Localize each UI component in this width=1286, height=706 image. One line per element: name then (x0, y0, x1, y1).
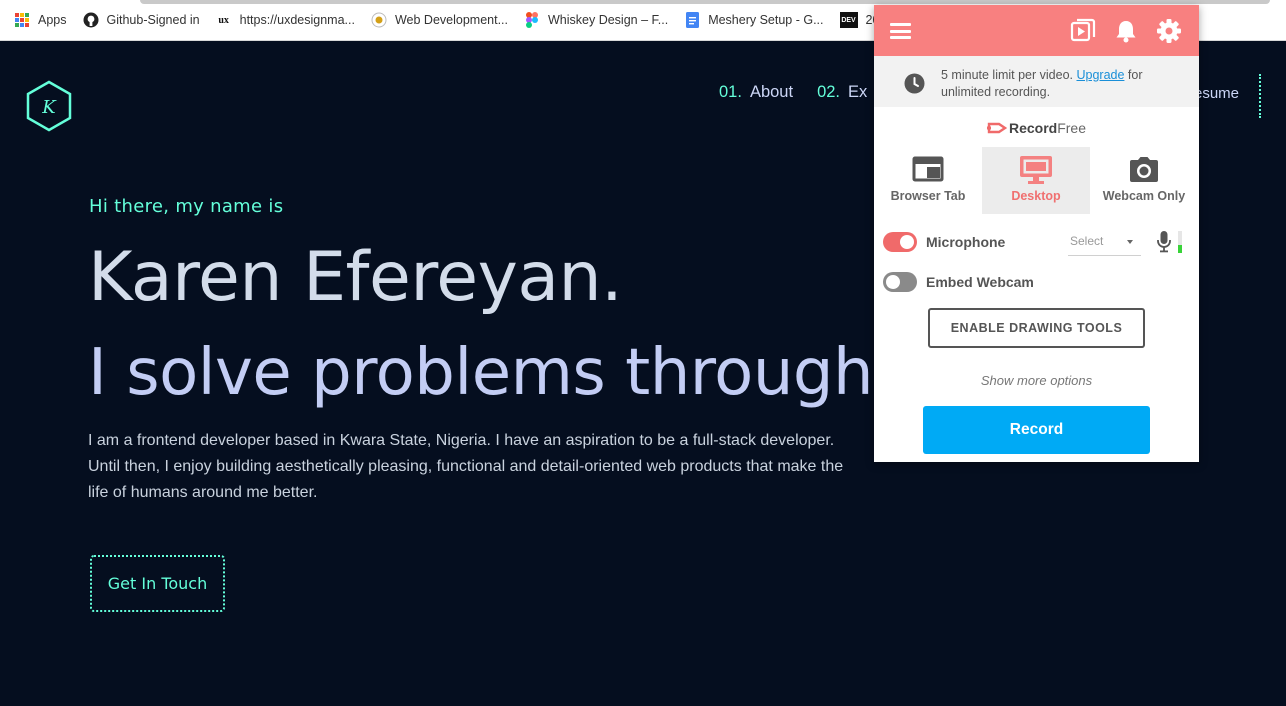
bookmark-label: Whiskey Design – F... (548, 13, 669, 27)
clock-icon (904, 73, 925, 94)
microphone-label: Microphone (926, 234, 1006, 250)
hero-greeting: Hi there, my name is (89, 196, 284, 217)
desktop-monitor-icon (1020, 156, 1052, 184)
nav-label: About (749, 83, 794, 101)
hero-name: Karen Efereyan. (88, 238, 623, 317)
bookmark-figma[interactable]: Whiskey Design – F... (524, 12, 668, 28)
limit-notice: 5 minute limit per video. Upgrade for un… (874, 56, 1199, 107)
tab-strip-edge (140, 0, 1270, 4)
gear-icon[interactable] (1156, 18, 1182, 44)
get-in-touch-button[interactable]: Get In Touch (90, 555, 225, 612)
bookmark-label: https://uxdesignma... (239, 13, 355, 27)
bookmark-google-docs[interactable]: Meshery Setup - G... (684, 12, 824, 28)
popup-header (874, 5, 1199, 56)
figma-icon (524, 12, 540, 28)
nav-number: 01. (719, 83, 742, 101)
hexagon-logo-icon: K (26, 80, 72, 132)
select-placeholder: Select (1070, 234, 1104, 248)
embed-webcam-toggle[interactable] (883, 272, 917, 292)
microphone-select[interactable]: Select (1068, 229, 1141, 256)
embed-webcam-row: Embed Webcam (883, 272, 1034, 292)
webdev-icon (371, 12, 387, 28)
show-more-options-link[interactable]: Show more options (874, 373, 1199, 388)
mode-label: Desktop (1011, 189, 1061, 203)
brand-record-text: Record (1008, 120, 1058, 136)
camera-icon (1130, 157, 1158, 182)
dev-icon: DEV (839, 12, 858, 28)
hero-bio: I am a frontend developer based in Kwara… (88, 432, 844, 501)
site-logo[interactable]: K (25, 80, 73, 132)
enable-drawing-tools-button[interactable]: ENABLE DRAWING TOOLS (928, 308, 1145, 348)
resume-button[interactable]: esume (1194, 85, 1239, 102)
chevron-down-icon (1127, 240, 1133, 244)
bookmark-label: Web Development... (394, 13, 508, 27)
bookmark-apps[interactable]: Apps (14, 12, 67, 28)
bookmark-uxdesign[interactable]: ux https://uxdesignma... (216, 12, 355, 28)
apps-grid-icon (14, 12, 30, 28)
embed-webcam-label: Embed Webcam (926, 274, 1034, 290)
limit-notice-text: 5 minute limit per video. Upgrade for un… (941, 67, 1181, 101)
microphone-icon (1157, 231, 1171, 253)
capture-mode-selector: Browser Tab Desktop Webcam Only (874, 147, 1199, 214)
mode-browser-tab[interactable]: Browser Tab (874, 147, 982, 214)
main-nav: 01. About 02. Ex (719, 83, 891, 102)
record-button[interactable]: Record (923, 406, 1150, 454)
upgrade-link[interactable]: Upgrade (1076, 68, 1124, 82)
notice-prefix: 5 minute limit per video. (941, 68, 1077, 82)
nav-number: 02. (817, 83, 840, 101)
brand-logo: RecordFree (874, 120, 1199, 136)
mic-level-meter (1178, 231, 1182, 253)
nav-label: Ex (848, 83, 868, 101)
ux-icon: ux (218, 14, 229, 26)
recorder-popup: 5 minute limit per video. Upgrade for un… (874, 5, 1199, 462)
microphone-toggle[interactable] (883, 232, 917, 252)
bookmark-webdev[interactable]: Web Development... (371, 12, 508, 28)
bell-icon[interactable] (1113, 18, 1139, 44)
nav-item-about[interactable]: 01. About (719, 83, 793, 102)
browser-tab-icon (912, 156, 944, 182)
menu-icon[interactable] (890, 23, 911, 39)
resume-button-border (1259, 74, 1261, 118)
mode-label: Browser Tab (890, 189, 966, 203)
brand-free-text: Free (1057, 120, 1087, 136)
video-library-icon[interactable] (1070, 18, 1096, 44)
mode-webcam-only[interactable]: Webcam Only (1090, 147, 1198, 214)
github-icon (83, 12, 99, 28)
bookmark-label: Apps (38, 13, 67, 27)
bookmark-label: Github-Signed in (106, 13, 200, 27)
google-docs-icon (684, 12, 700, 28)
logo-letter: K (41, 97, 57, 118)
hero-tagline: I solve problems through c (88, 336, 928, 410)
record-brand-icon (986, 122, 1007, 134)
bookmark-label: Meshery Setup - G... (708, 13, 824, 27)
bookmark-github[interactable]: Github-Signed in (83, 12, 200, 28)
microphone-row: Microphone (883, 232, 1005, 252)
mode-label: Webcam Only (1102, 189, 1186, 203)
nav-item-experience[interactable]: 02. Ex (817, 83, 867, 102)
mic-level-fill (1178, 245, 1182, 253)
mode-desktop[interactable]: Desktop (982, 147, 1090, 214)
